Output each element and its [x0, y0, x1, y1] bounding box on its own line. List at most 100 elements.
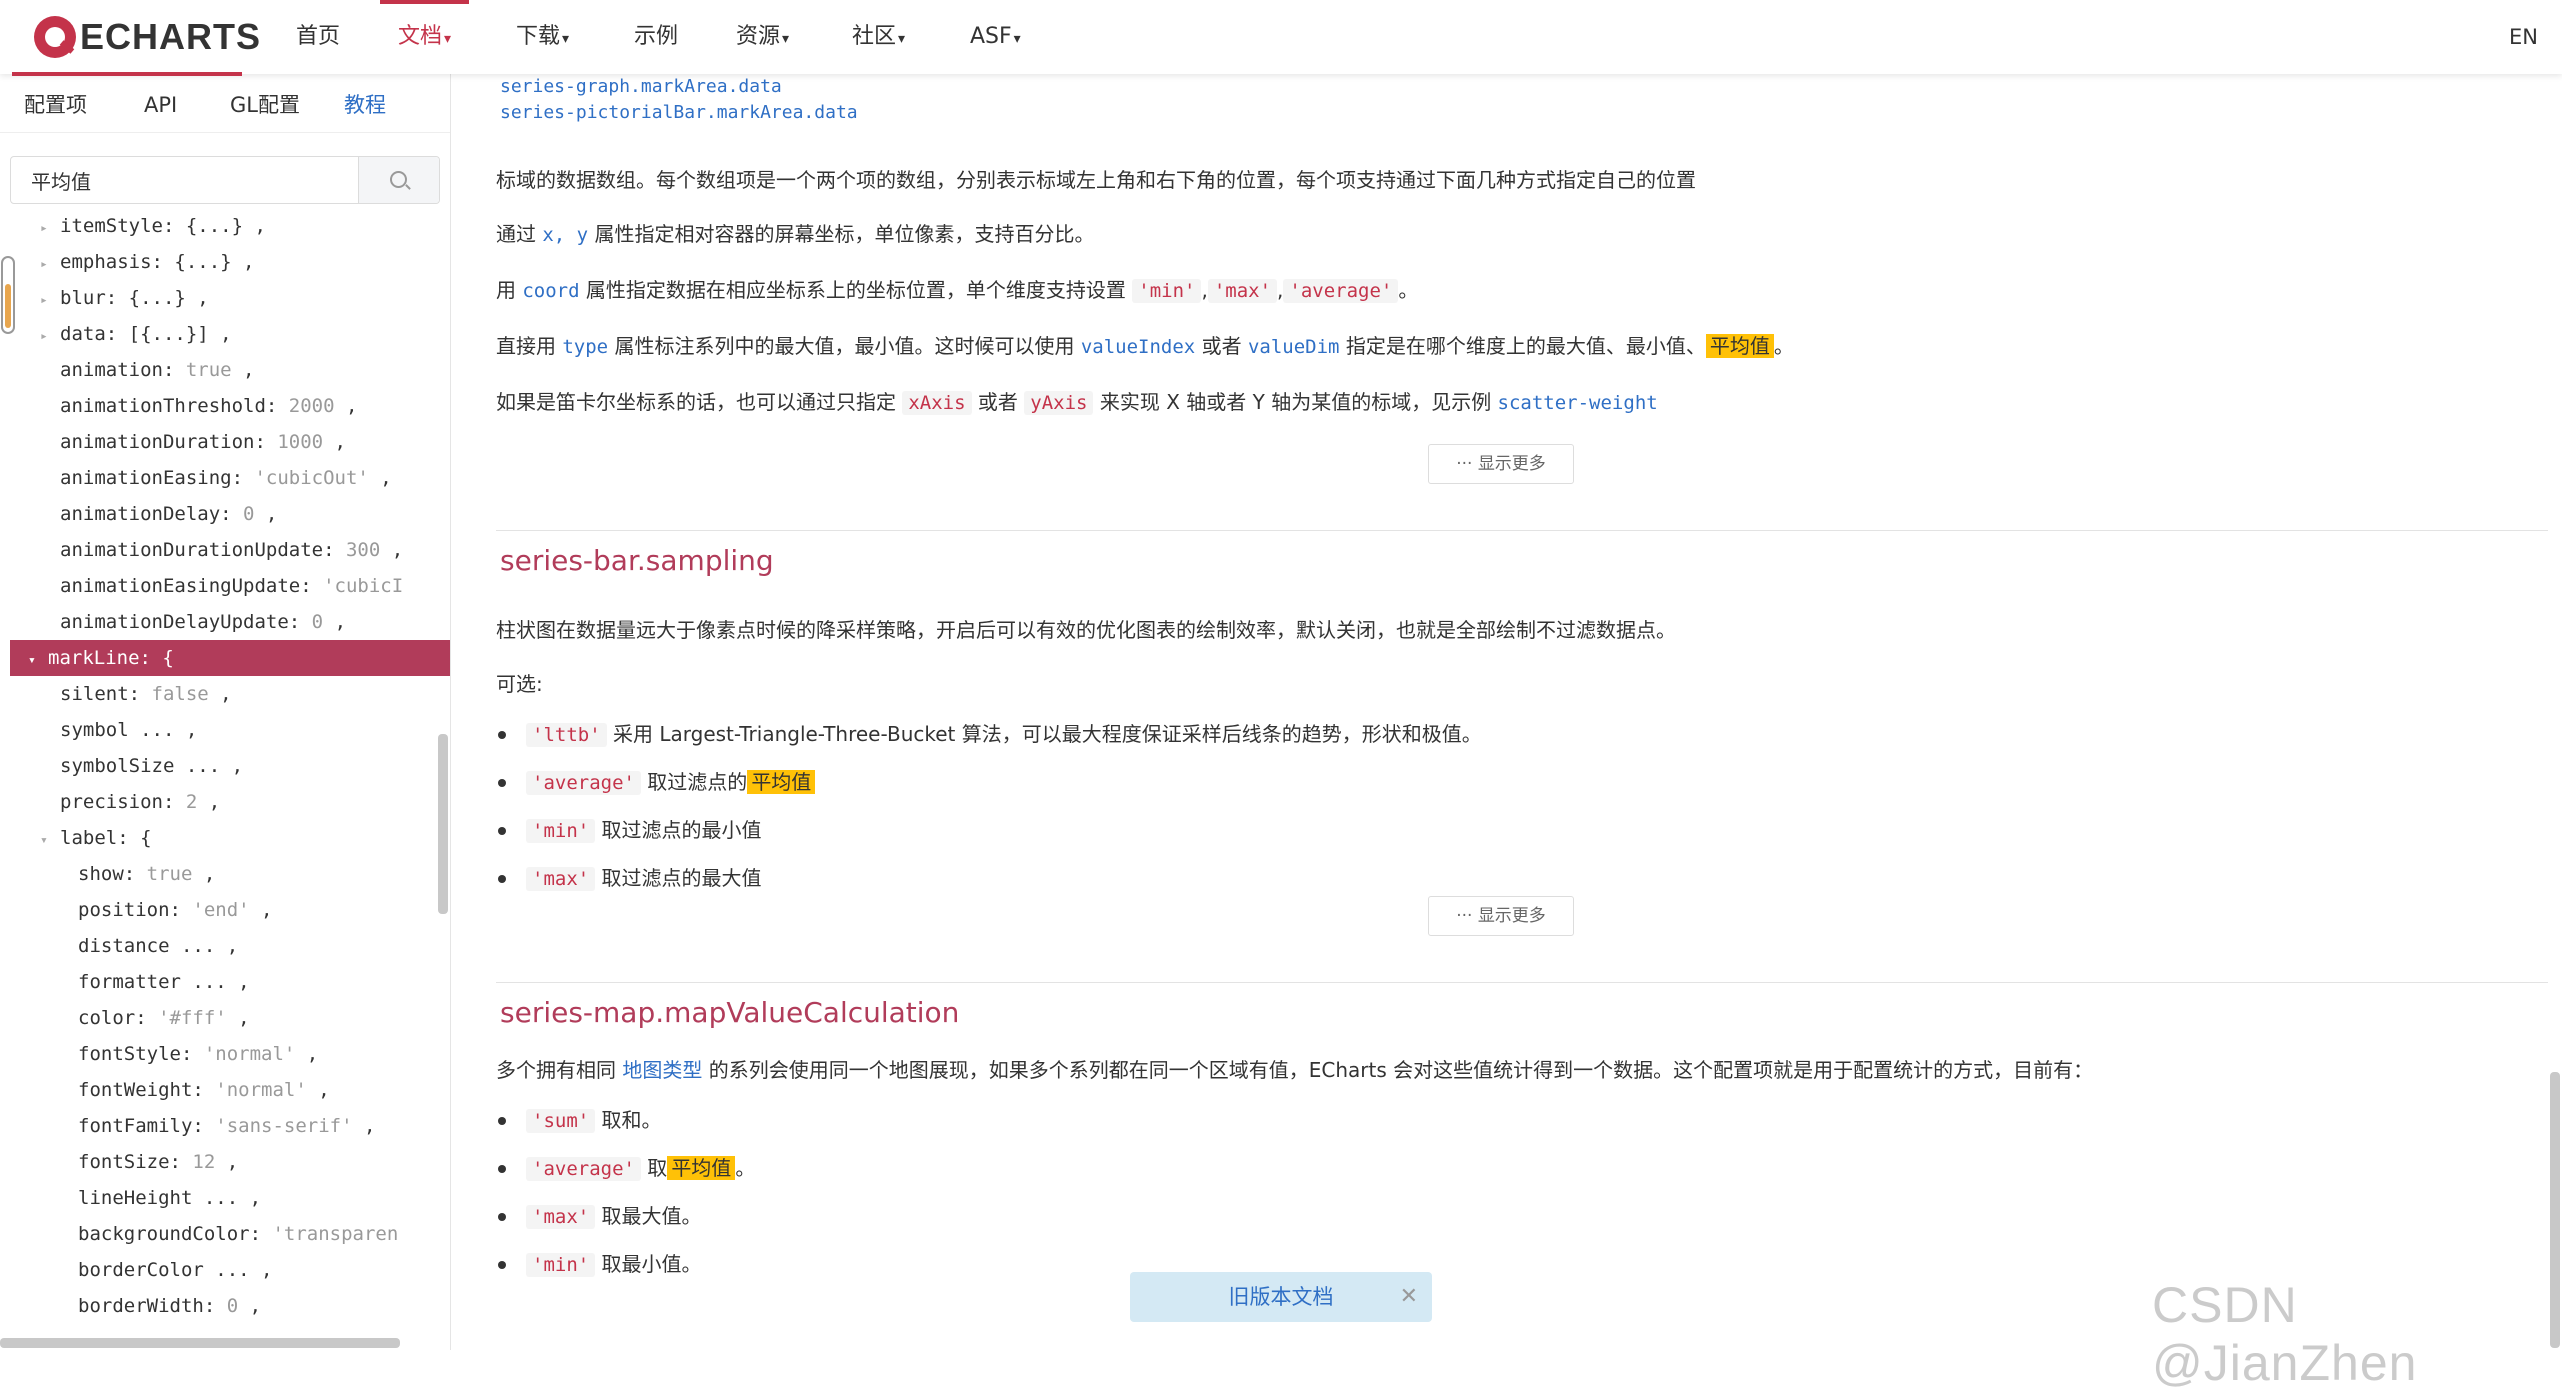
tree-item[interactable]: borderWidth: 0 ,	[10, 1288, 450, 1324]
close-icon[interactable]: ✕	[1400, 1272, 1418, 1322]
tree-item[interactable]: ▾ label: {	[10, 820, 450, 856]
tree-item[interactable]: position: 'end' ,	[10, 892, 450, 928]
list-item: 'average' 取平均值。	[497, 1152, 755, 1181]
inline-code: xAxis	[902, 391, 972, 415]
tree-toggle-icon[interactable]: ▸	[40, 283, 60, 316]
tree-item[interactable]: animationDurationUpdate: 300 ,	[10, 532, 450, 568]
tree-toggle-icon[interactable]: ▾	[40, 823, 60, 856]
sidebar-horizontal-scrollbar[interactable]	[0, 1338, 400, 1348]
nav-item-resources[interactable]: 资源 ▾	[736, 0, 789, 74]
tree-suffix: ,	[215, 1151, 239, 1173]
sidebar-scrollbar[interactable]	[438, 734, 448, 914]
nav-item-asf[interactable]: ASF ▾	[970, 0, 1021, 74]
list-item: 'max' 取最大值。	[498, 1200, 702, 1229]
tree-suffix: ,	[295, 1043, 319, 1065]
tree-item[interactable]: animationEasingUpdate: 'cubicI	[10, 568, 450, 604]
tree-item[interactable]: ▸ blur: {...} ,	[10, 280, 450, 316]
tree-suffix: ... ,	[140, 719, 198, 741]
tab-tutorial[interactable]: 教程	[344, 74, 386, 132]
tree-key: animationEasingUpdate:	[60, 575, 324, 597]
tree-key: fontWeight:	[78, 1079, 216, 1101]
search-icon[interactable]	[358, 157, 439, 203]
nav-item-community[interactable]: 社区 ▾	[852, 0, 905, 74]
tree-item[interactable]: symbolSize ... ,	[10, 748, 450, 784]
search-box	[10, 156, 440, 204]
tree-item[interactable]: precision: 2 ,	[10, 784, 450, 820]
tree-item[interactable]: borderColor ... ,	[10, 1252, 450, 1288]
text: 取	[640, 1156, 668, 1180]
tree-suffix: ,	[226, 1007, 250, 1029]
tree-item[interactable]: formatter ... ,	[10, 964, 450, 1000]
echarts-logo-icon	[34, 16, 76, 58]
tree-item[interactable]: fontWeight: 'normal' ,	[10, 1072, 450, 1108]
tree-toggle-icon[interactable]: ▸	[40, 211, 60, 244]
tree-toggle-icon[interactable]: ▾	[28, 643, 48, 676]
search-input[interactable]	[11, 157, 355, 203]
tab-gl-option[interactable]: GL配置	[230, 74, 300, 132]
list-item: 'lttb' 采用 Largest-Triangle-Three-Bucket …	[498, 718, 1482, 747]
tab-option[interactable]: 配置项	[24, 74, 87, 132]
nav-item-download[interactable]: 下载 ▾	[516, 0, 569, 74]
tree-item[interactable]: fontFamily: 'sans-serif' ,	[10, 1108, 450, 1144]
tree-toggle-icon[interactable]: ▸	[40, 319, 60, 352]
tree-item[interactable]: symbol ... ,	[10, 712, 450, 748]
tree-suffix: ,	[254, 503, 278, 525]
show-more-button[interactable]: ··· 显示更多	[1428, 896, 1574, 936]
nav-item-home[interactable]: 首页	[296, 0, 340, 74]
tree-item[interactable]: silent: false ,	[10, 676, 450, 712]
tree-item[interactable]: animationDelay: 0 ,	[10, 496, 450, 532]
tree-suffix: ... ,	[203, 1187, 262, 1209]
tree-item[interactable]: animationDuration: 1000 ,	[10, 424, 450, 460]
tree-key: animationThreshold:	[60, 395, 289, 417]
nav-item-docs[interactable]: 文档 ▾	[379, 0, 470, 74]
top-navbar: ECHARTS 首页 文档 ▾ 下载 ▾ 示例 资源 ▾ 社区 ▾ ASF ▾ EN	[0, 0, 2562, 76]
caret-down-icon: ▾	[782, 31, 790, 47]
list-item: 'average' 取过滤点的 平均值	[497, 766, 816, 795]
tree-item[interactable]: ▸ data: [{...}] ,	[10, 316, 450, 352]
tree-suffix: ,	[368, 467, 392, 489]
nav-item-label: 资源	[736, 24, 781, 49]
optional-label: 可选:	[496, 672, 543, 696]
tree-key: animationEasing:	[60, 467, 255, 489]
tree-item[interactable]: show: true ,	[10, 856, 450, 892]
tree-item[interactable]: animationDelayUpdate: 0 ,	[10, 604, 450, 640]
tree-suffix: ,	[380, 539, 404, 561]
nav-item-examples[interactable]: 示例	[634, 0, 678, 74]
option-tree: ▸ itemStyle: {...} , ▸ emphasis: {...} , ▸ bl…	[0, 208, 450, 1334]
inline-code: 'lttb'	[526, 723, 607, 747]
old-version-doc-banner[interactable]: 旧版本文档 ✕	[1130, 1272, 1432, 1322]
drag-handle-icon[interactable]	[1, 256, 15, 334]
tree-item[interactable]: color: '#fff' ,	[10, 1000, 450, 1036]
tree-item[interactable]: animationEasing: 'cubicOut' ,	[10, 460, 450, 496]
tree-item[interactable]: lineHeight ... ,	[10, 1180, 450, 1216]
tree-item[interactable]: animationThreshold: 2000 ,	[10, 388, 450, 424]
section-title[interactable]: series-map.mapValueCalculation	[500, 996, 959, 1029]
tree-item[interactable]: fontSize: 12 ,	[10, 1144, 450, 1180]
tab-api[interactable]: API	[144, 74, 177, 132]
text: 采用 Largest-Triangle-Three-Bucket 算法，可以最大…	[606, 722, 1482, 746]
tree-item[interactable]: distance ... ,	[10, 928, 450, 964]
tree-item[interactable]: backgroundColor: 'transparen	[10, 1216, 450, 1252]
text: 取最大值。	[595, 1204, 702, 1228]
tree-item[interactable]: ▸ itemStyle: {...} ,	[10, 208, 450, 244]
section-title[interactable]: series-bar.sampling	[500, 544, 774, 577]
tree-item[interactable]: ▸ emphasis: {...} ,	[10, 244, 450, 280]
tree-key: symbolSize	[60, 755, 186, 777]
echarts-logo[interactable]: ECHARTS	[34, 13, 261, 61]
caret-down-icon: ▾	[898, 31, 906, 47]
language-switch[interactable]: EN	[2509, 0, 2538, 74]
ref-link[interactable]: series-graph.markArea.data	[500, 76, 782, 97]
ref-link[interactable]: series-pictorialBar.markArea.data	[500, 102, 858, 123]
caret-down-icon: ▾	[562, 31, 570, 47]
tree-default-value: 'cubicI	[323, 575, 404, 597]
map-type-link[interactable]: 地图类型	[622, 1058, 702, 1082]
inline-code: 'min'	[1132, 279, 1202, 303]
tree-key: distance	[78, 935, 181, 957]
tree-key: backgroundColor:	[78, 1223, 273, 1245]
tree-item[interactable]: animation: true ,	[10, 352, 450, 388]
tree-item[interactable]: fontStyle: 'normal' ,	[10, 1036, 450, 1072]
show-more-button[interactable]: ··· 显示更多	[1428, 444, 1574, 484]
tree-toggle-icon[interactable]: ▸	[40, 247, 60, 280]
example-link[interactable]: scatter-weight	[1498, 392, 1658, 414]
tree-item[interactable]: ▾ markLine: {	[10, 640, 450, 676]
